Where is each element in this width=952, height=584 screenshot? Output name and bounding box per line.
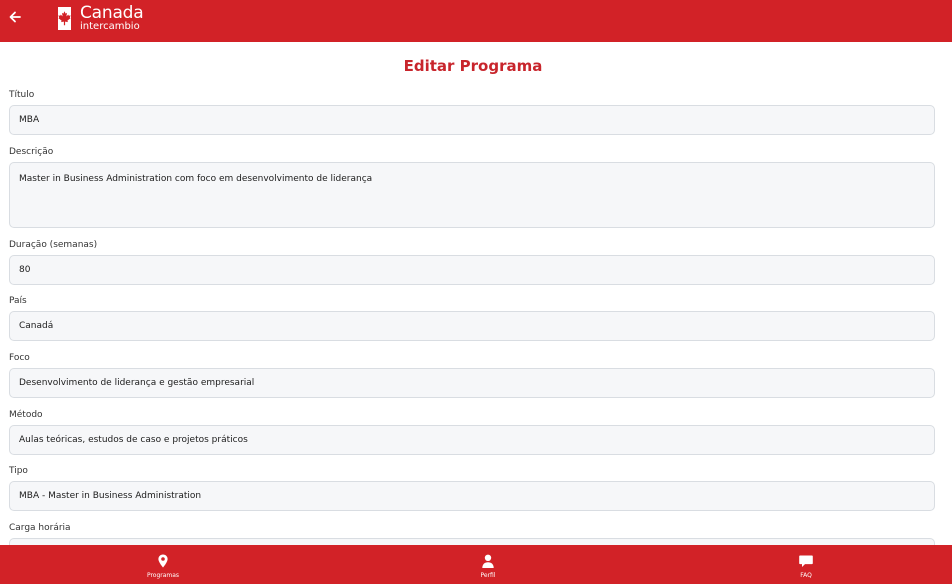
- nav-programas[interactable]: Programas: [123, 545, 203, 584]
- back-arrow-icon[interactable]: [6, 8, 24, 26]
- duracao-input[interactable]: 80: [9, 255, 935, 285]
- page-title: Editar Programa: [403, 57, 543, 75]
- descricao-label: Descrição: [9, 147, 54, 157]
- tipo-input[interactable]: MBA - Master in Business Administration: [9, 481, 935, 511]
- pais-input[interactable]: Canadá: [9, 311, 935, 341]
- tipo-label: Tipo: [9, 466, 28, 476]
- carga-horaria-input[interactable]: [9, 538, 935, 545]
- metodo-input[interactable]: Aulas teóricas, estudos de caso e projet…: [9, 425, 935, 455]
- nav-programas-label: Programas: [146, 572, 180, 579]
- descricao-textarea[interactable]: Master in Business Administration com fo…: [9, 162, 935, 228]
- nav-faq-label: FAQ: [800, 572, 812, 579]
- map-pin-icon: [155, 553, 171, 569]
- carga-horaria-label: Carga horária: [9, 523, 71, 533]
- maple-leaf-icon: [53, 7, 76, 30]
- chat-bubble-icon: [798, 553, 814, 569]
- nav-perfil-label: Perfil: [480, 572, 496, 579]
- titulo-label: Título: [9, 90, 35, 100]
- titulo-input[interactable]: MBA: [9, 105, 935, 135]
- foco-label: Foco: [9, 353, 30, 363]
- nav-faq[interactable]: FAQ: [766, 545, 846, 584]
- logo-wordmark: Canada: [80, 3, 144, 23]
- duracao-label: Duração (semanas): [9, 240, 98, 250]
- bottom-navigation: Programas Perfil FAQ: [0, 545, 952, 584]
- pais-label: País: [9, 296, 27, 306]
- nav-perfil[interactable]: Perfil: [448, 545, 528, 584]
- metodo-label: Método: [9, 410, 43, 420]
- main-content: Editar Programa Título MBA Descrição Mas…: [0, 42, 952, 545]
- user-icon: [480, 553, 496, 569]
- foco-input[interactable]: Desenvolvimento de liderança e gestão em…: [9, 368, 935, 398]
- top-app-bar: Canada intercambio: [0, 0, 952, 42]
- logo-tagline: intercambio: [80, 21, 140, 32]
